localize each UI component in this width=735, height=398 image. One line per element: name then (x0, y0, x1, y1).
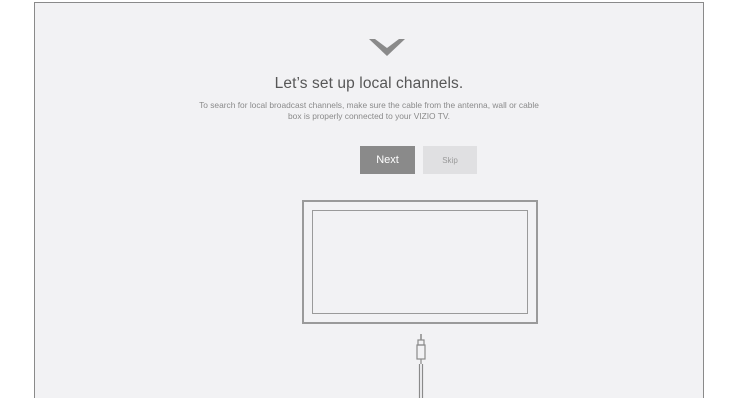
page-title: Let’s set up local channels. (274, 75, 464, 92)
tv-illustration-icon (302, 200, 538, 324)
setup-screen: Let’s set up local channels. To search f… (34, 2, 704, 398)
next-button[interactable]: Next (360, 146, 415, 174)
skip-button[interactable]: Skip (423, 146, 477, 174)
instruction-text: To search for local broadcast channels, … (199, 100, 539, 121)
coaxial-cable-icon (416, 334, 426, 398)
tv-screen-outline (312, 210, 528, 314)
vizio-logo-icon (369, 39, 405, 56)
